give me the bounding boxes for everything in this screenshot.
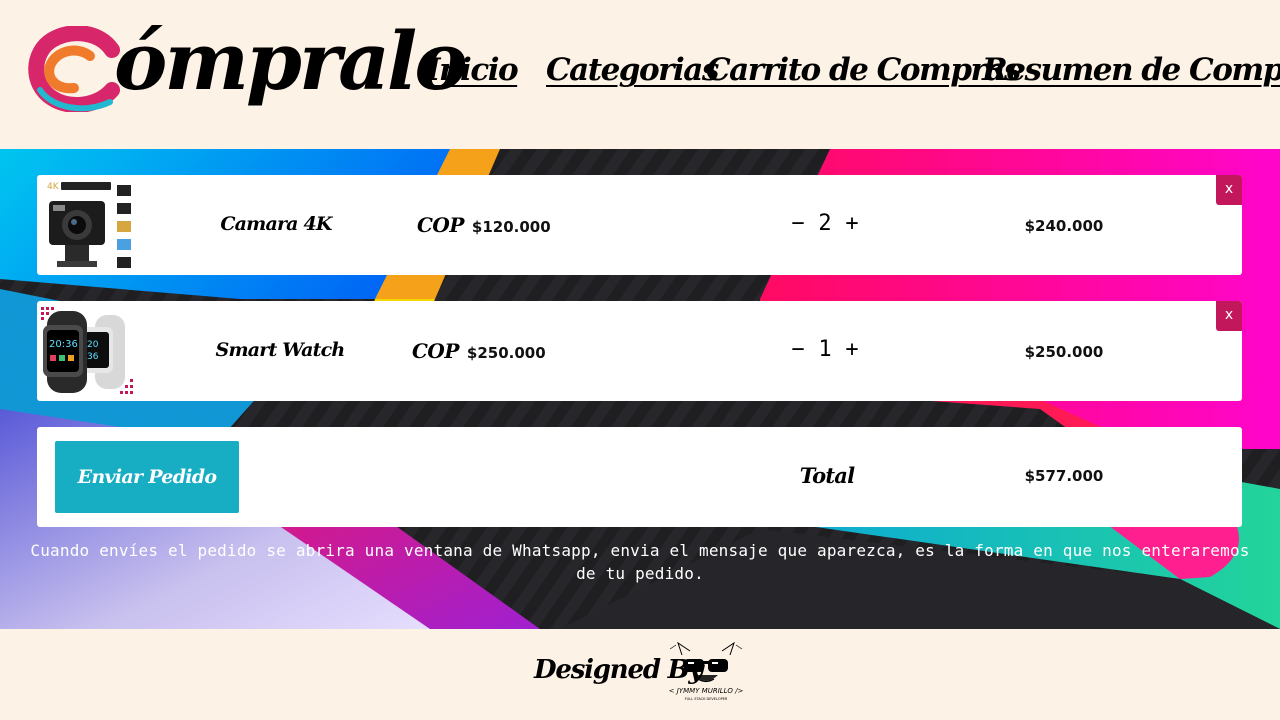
item-subtotal: $240.000 [1024,217,1104,235]
svg-text:36: 36 [87,352,99,362]
currency-label: COP [412,339,459,363]
cart-item-row: 20 36 20:36 Smart Watch COP $250.000 − 1 … [37,301,1242,401]
cart-item-row: 4K Camara 4K COP $120.000 − 2 + $240.000 … [37,175,1242,275]
remove-item-button[interactable]: x [1216,175,1242,205]
nav-link-resumen[interactable]: Resumen de Compras [982,52,1280,88]
send-order-button[interactable]: Enviar Pedido [55,441,239,513]
remove-item-button[interactable]: x [1216,301,1242,331]
order-notice: Cuando envíes el pedido se abrira una ve… [30,541,1250,583]
signature-name: < JYMMY MURILLO /> [668,687,744,695]
product-name: Smart Watch [215,339,346,361]
quantity-value: 1 [818,337,832,362]
signature-subtitle: FULL STACK DEVELOPER [684,697,728,701]
camera-product-image: 4K [39,179,133,271]
nav-link-carrito[interactable]: Carrito de Compras [706,52,1021,88]
increase-quantity-button[interactable]: + [843,337,861,362]
product-price: COP $250.000 [412,339,546,363]
currency-label: COP [417,213,464,237]
cart-total-row: Enviar Pedido Total $577.000 [37,427,1242,527]
unit-price: $120.000 [471,218,551,236]
decrease-quantity-button[interactable]: − [789,337,807,362]
svg-text:20:36: 20:36 [49,339,78,350]
nav-link-inicio[interactable]: Inicio [426,52,519,88]
nav-link-categorias[interactable]: Categorias [546,52,719,88]
product-name: Camara 4K [220,213,332,235]
quantity-value: 2 [818,211,832,236]
cat-sunglasses-icon [669,641,743,683]
quantity-stepper: − 2 + [789,211,861,236]
smartwatch-product-image: 20 36 20:36 [39,305,133,397]
svg-text:20: 20 [87,340,99,350]
item-subtotal: $250.000 [1024,343,1104,361]
quantity-stepper: − 1 + [789,337,861,362]
total-label: Total [799,463,855,488]
main-nav: Inicio Categorias Carrito de Compras Res… [0,52,1280,102]
designer-signature[interactable]: < JYMMY MURILLO /> FULL STACK DEVELOPER [664,641,748,705]
site-footer: Designed By < JYMMY MURILLO /> FULL STAC… [0,629,1280,720]
product-price: COP $120.000 [417,213,551,237]
decrease-quantity-button[interactable]: − [789,211,807,236]
unit-price: $250.000 [466,344,546,362]
cart-section: 4K Camara 4K COP $120.000 − 2 + $240.000 … [0,149,1280,629]
site-header: ómpralo Inicio Categorias Carrito de Com… [0,0,1280,149]
increase-quantity-button[interactable]: + [843,211,861,236]
svg-text:4K: 4K [47,182,60,192]
total-value: $577.000 [1024,467,1104,485]
